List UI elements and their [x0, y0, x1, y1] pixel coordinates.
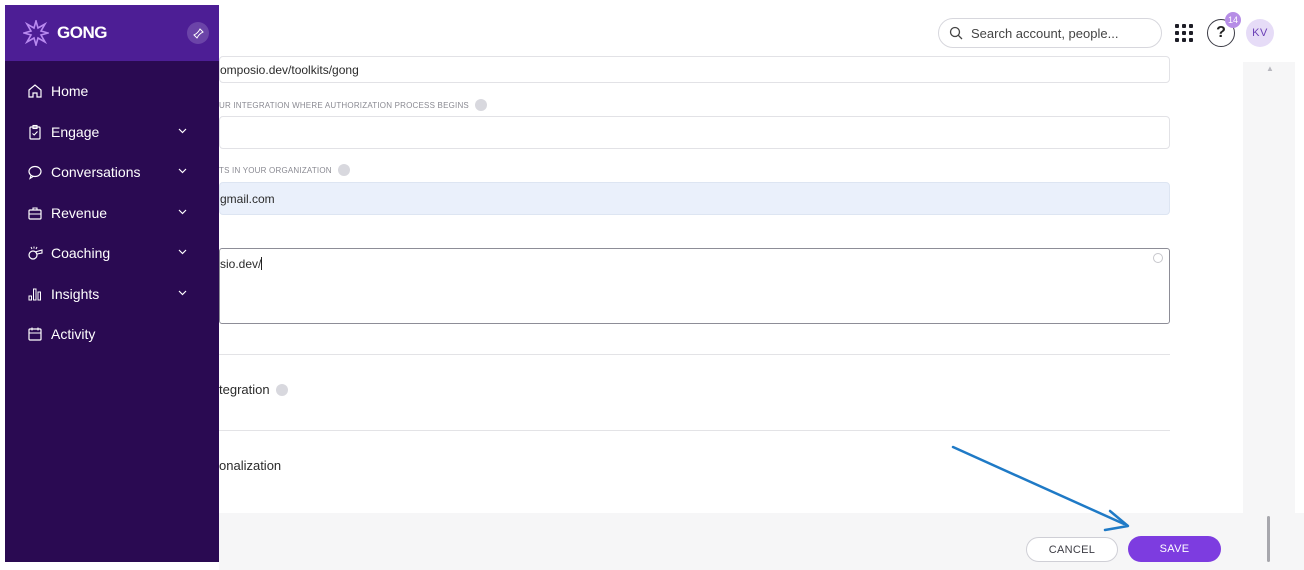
sidebar-item-label: Engage — [51, 123, 100, 140]
sidebar-item-label: Home — [51, 83, 89, 100]
sidebar-item-home[interactable]: Home — [5, 71, 219, 112]
chevron-down-icon[interactable] — [178, 128, 187, 134]
bar-chart-icon — [28, 288, 41, 301]
org-accounts-label: TS IN YOUR ORGANIZATION — [219, 164, 350, 176]
integration-form: omposio.dev/toolkits/gong UR INTEGRATION… — [219, 56, 1243, 513]
chevron-down-icon[interactable] — [178, 290, 187, 296]
notification-badge[interactable]: 14 — [1225, 12, 1241, 28]
sidebar-item-engage[interactable]: Engage — [5, 112, 219, 153]
email-value: gmail.com — [220, 191, 275, 206]
divider — [219, 430, 1170, 431]
pin-icon[interactable] — [187, 22, 209, 44]
search-box[interactable]: Search account, people... — [938, 18, 1162, 48]
scrollbar[interactable] — [1267, 516, 1270, 562]
help-circle-icon[interactable] — [474, 99, 487, 111]
description-textarea[interactable]: sio.dev/ — [219, 248, 1170, 324]
gong-burst-icon — [23, 20, 49, 46]
clipboard-icon — [29, 124, 41, 140]
sidebar-header: GONG — [5, 5, 219, 61]
divider — [219, 354, 1170, 355]
save-button[interactable]: SAVE — [1128, 536, 1221, 562]
org-accounts-label-text: TS IN YOUR ORGANIZATION — [219, 165, 332, 175]
textarea-value: sio.dev/ — [220, 257, 262, 271]
help-circle-icon[interactable] — [337, 164, 350, 176]
sidebar-item-label: Conversations — [51, 164, 141, 181]
sidebar-item-label: Revenue — [51, 204, 108, 221]
help-circle-icon[interactable] — [275, 383, 288, 396]
scroll-gutter — [1243, 62, 1295, 513]
chevron-down-icon[interactable] — [178, 209, 187, 215]
briefcase-icon — [28, 207, 42, 220]
search-icon — [949, 26, 963, 40]
sidebar-nav: Home Engage Conversations Revenue Coachi… — [5, 71, 219, 355]
email-field[interactable]: gmail.com — [219, 182, 1170, 215]
auth-url-field[interactable] — [219, 116, 1170, 149]
sidebar-item-conversations[interactable]: Conversations — [5, 152, 219, 193]
sidebar: GONG Home Engage Conversations Revenue C… — [5, 5, 219, 562]
sidebar-item-insights[interactable]: Insights — [5, 274, 219, 315]
sidebar-item-label: Activity — [51, 326, 96, 343]
personalization-section-label: onalization — [219, 458, 282, 473]
sidebar-item-coaching[interactable]: Coaching — [5, 233, 219, 274]
chat-icon — [28, 166, 42, 181]
whistle-icon — [28, 246, 43, 260]
scroll-up-icon[interactable]: ▲ — [1266, 64, 1274, 73]
search-input[interactable]: Search account, people... — [971, 26, 1118, 41]
auth-url-label: UR INTEGRATION WHERE AUTHORIZATION PROCE… — [219, 99, 487, 111]
logo-text: GONG — [57, 23, 107, 42]
auth-url-label-text: UR INTEGRATION WHERE AUTHORIZATION PROCE… — [219, 100, 469, 110]
help-label: ? — [1216, 24, 1226, 41]
sidebar-item-label: Coaching — [51, 245, 111, 262]
redirect-url-field[interactable]: omposio.dev/toolkits/gong — [219, 56, 1170, 83]
sidebar-item-activity[interactable]: Activity — [5, 314, 219, 355]
apps-grid-icon[interactable] — [1175, 24, 1193, 42]
integration-section-label: tegration — [219, 382, 270, 397]
sidebar-item-revenue[interactable]: Revenue — [5, 193, 219, 234]
text-cursor — [261, 257, 263, 270]
avatar[interactable]: KV — [1246, 19, 1274, 47]
cancel-button[interactable]: CANCEL — [1026, 537, 1118, 562]
sidebar-item-label: Insights — [51, 285, 100, 302]
gong-logo[interactable]: GONG — [23, 20, 107, 46]
redirect-url-value: omposio.dev/toolkits/gong — [220, 62, 359, 77]
resize-icon[interactable] — [1153, 253, 1163, 263]
home-icon — [28, 84, 42, 98]
chevron-down-icon[interactable] — [178, 168, 187, 174]
chevron-down-icon[interactable] — [178, 249, 187, 255]
calendar-icon — [28, 327, 42, 341]
personalization-section[interactable]: onalization — [219, 458, 281, 473]
integration-section[interactable]: tegration — [219, 382, 288, 397]
